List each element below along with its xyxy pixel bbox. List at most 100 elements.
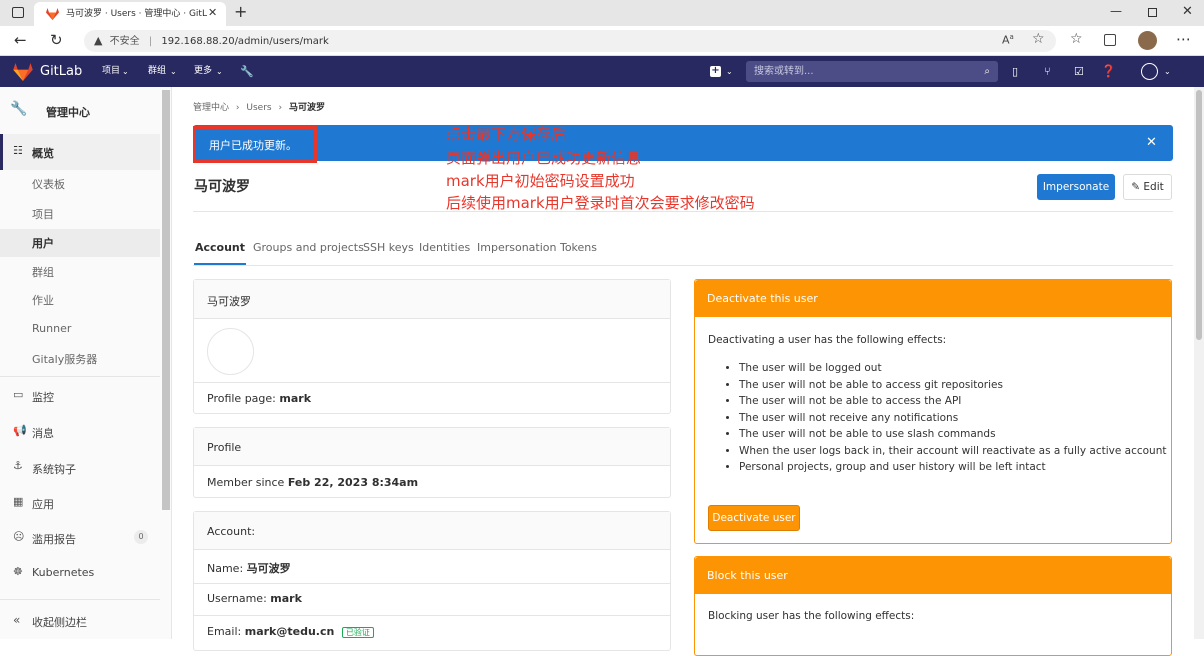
deactivate-card: Deactivate this user Deactivating a user… [694, 279, 1172, 544]
flash-close-icon[interactable]: ✕ [1146, 135, 1157, 150]
favorites-icon[interactable]: ☆ [1070, 31, 1083, 47]
read-aloud-icon[interactable]: Aa [1002, 33, 1014, 47]
applications-icon: ▦ [13, 495, 24, 508]
sidebar-title[interactable]: 管理中心 [46, 104, 90, 120]
close-window-icon[interactable]: ✕ [1182, 4, 1193, 19]
sidebar-item-kubernetes[interactable]: Kubernetes [32, 566, 192, 579]
account-username-row: Username: mark [207, 592, 302, 605]
account-email-row: Email: mark@tedu.cn 已验证 [207, 625, 374, 638]
profile-page-key: Profile page: [207, 392, 276, 405]
tab-account[interactable]: Account [194, 234, 246, 265]
breadcrumb-users[interactable]: Users [246, 103, 271, 113]
verified-badge: 已验证 [341, 627, 374, 638]
help-icon[interactable]: ❓ [1101, 56, 1116, 87]
impersonate-button[interactable]: Impersonate [1037, 174, 1115, 200]
abuse-icon: ☹ [13, 530, 25, 543]
page-scrollbar[interactable] [1194, 87, 1204, 639]
member-card-title: Profile [207, 441, 242, 454]
profile-avatar-icon[interactable] [1138, 31, 1157, 50]
warning-icon: ▲ [94, 34, 103, 47]
breadcrumb-separator: › [235, 103, 240, 113]
search-input[interactable]: 搜索或转到... ⌕ [746, 61, 998, 82]
favorite-icon[interactable]: ☆ [1032, 31, 1045, 47]
wrench-icon[interactable]: 🔧 [240, 56, 254, 87]
annotation-line-1: 点击最下方保存后 [446, 125, 567, 143]
annotation-line-4: 后续使用mark用户登录时首次会要求修改密码 [446, 194, 755, 212]
account-email-label: Email: [207, 625, 242, 638]
new-plus-icon[interactable]: + [710, 66, 721, 77]
member-since-row: Member since Feb 22, 2023 8:34am [207, 476, 418, 489]
merge-requests-icon[interactable]: ⑂ [1044, 56, 1051, 87]
maximize-icon[interactable] [1148, 8, 1157, 17]
back-icon[interactable]: ← [14, 31, 27, 49]
account-email-value: mark@tedu.cn [244, 625, 335, 638]
browser-tab[interactable]: 马可波罗 · Users · 管理中心 · GitL [34, 2, 226, 26]
chevron-down-icon: ⌄ [726, 67, 733, 76]
new-tab-icon[interactable]: + [234, 2, 247, 21]
url-field[interactable]: ▲ 不安全 | 192.168.88.20/admin/users/mark [84, 30, 1056, 52]
user-avatar-icon[interactable] [1141, 63, 1158, 80]
account-divider [194, 615, 670, 616]
page-scrollbar-thumb[interactable] [1196, 90, 1202, 340]
collapse-sidebar-button[interactable]: 收起侧边栏 [32, 614, 192, 630]
minimize-icon[interactable]: — [1110, 4, 1122, 18]
monitor-icon: ▭ [13, 388, 24, 401]
account-name-value: 马可波罗 [246, 562, 291, 575]
collapse-icon: « [13, 613, 21, 627]
member-since-label: Member since [207, 476, 285, 489]
tab-close-icon[interactable]: ✕ [208, 6, 217, 19]
chevron-down-icon: ⌄ [216, 67, 223, 76]
tab-title: 马可波罗 · Users · 管理中心 · GitL [66, 9, 207, 19]
list-item: Personal projects, group and user histor… [739, 459, 1167, 476]
sidebar-item-abuse-reports[interactable]: 滥用报告 [32, 531, 192, 547]
nav-groups[interactable]: 群组 [148, 56, 166, 87]
list-item: The user will not receive any notificati… [739, 410, 1167, 427]
browser-tab-bar: 马可波罗 · Users · 管理中心 · GitL ✕ + — ✕ [0, 0, 1204, 26]
nav-more[interactable]: 更多 [194, 56, 212, 87]
tabs-divider [193, 265, 1173, 266]
abuse-count-badge: 0 [134, 530, 148, 544]
account-name-label: Name: [207, 562, 244, 575]
collections-icon[interactable] [1104, 34, 1116, 46]
edit-label: Edit [1143, 181, 1164, 193]
gitlab-logo-icon[interactable] [13, 63, 33, 81]
tab-groups-projects[interactable]: Groups and projects [253, 241, 364, 254]
breadcrumb-root[interactable]: 管理中心 [193, 103, 229, 113]
deactivate-card-title: Deactivate this user [707, 292, 818, 305]
admin-wrench-icon: 🔧 [10, 101, 28, 117]
search-placeholder: 搜索或转到... [754, 66, 814, 77]
block-intro: Blocking user has the following effects: [708, 610, 915, 622]
account-username-value: mark [270, 592, 302, 605]
account-card-header [194, 512, 670, 550]
profile-card: 马可波罗 Profile page: mark [193, 279, 671, 414]
tab-identities[interactable]: Identities [419, 241, 470, 254]
tab-actions-icon[interactable] [12, 7, 24, 18]
todos-icon[interactable]: ☑ [1074, 56, 1084, 87]
impersonate-label: Impersonate [1042, 181, 1110, 193]
profile-page-link[interactable]: mark [279, 392, 311, 405]
sidebar-divider [0, 376, 160, 377]
more-menu-icon[interactable]: ⋯ [1176, 30, 1191, 48]
search-icon: ⌕ [984, 66, 990, 77]
flash-message: 用户已成功更新。 [209, 139, 297, 152]
tab-ssh-keys[interactable]: SSH keys [363, 241, 414, 254]
block-card: Block this user Blocking user has the fo… [694, 556, 1172, 656]
chevron-down-icon: ⌄ [1164, 67, 1171, 76]
tab-impersonation-tokens[interactable]: Impersonation Tokens [477, 241, 597, 254]
megaphone-icon: 📢 [13, 424, 27, 437]
gitlab-logo-text[interactable]: GitLab [40, 56, 82, 87]
deactivate-user-button[interactable]: Deactivate user [708, 505, 800, 531]
edit-button[interactable]: ✎ Edit [1123, 174, 1172, 200]
member-since-value: Feb 22, 2023 8:34am [287, 476, 419, 489]
gitlab-top-nav: GitLab 项目 ⌄ 群组 ⌄ 更多 ⌄ 🔧 + ⌄ 搜索或转到... ⌕ ▯… [0, 56, 1204, 87]
issues-icon[interactable]: ▯ [1012, 56, 1018, 87]
flash-notice [193, 125, 1173, 161]
nav-projects[interactable]: 项目 [102, 56, 120, 87]
block-card-title: Block this user [707, 569, 788, 582]
gitlab-favicon-icon [46, 8, 59, 20]
user-title: 马可波罗 [194, 179, 250, 195]
refresh-icon[interactable]: ↻ [50, 31, 63, 49]
address-bar: ← ↻ ▲ 不安全 | 192.168.88.20/admin/users/ma… [0, 26, 1204, 56]
account-name-row: Name: 马可波罗 [207, 560, 291, 576]
sidebar-scrollbar[interactable] [162, 90, 170, 510]
